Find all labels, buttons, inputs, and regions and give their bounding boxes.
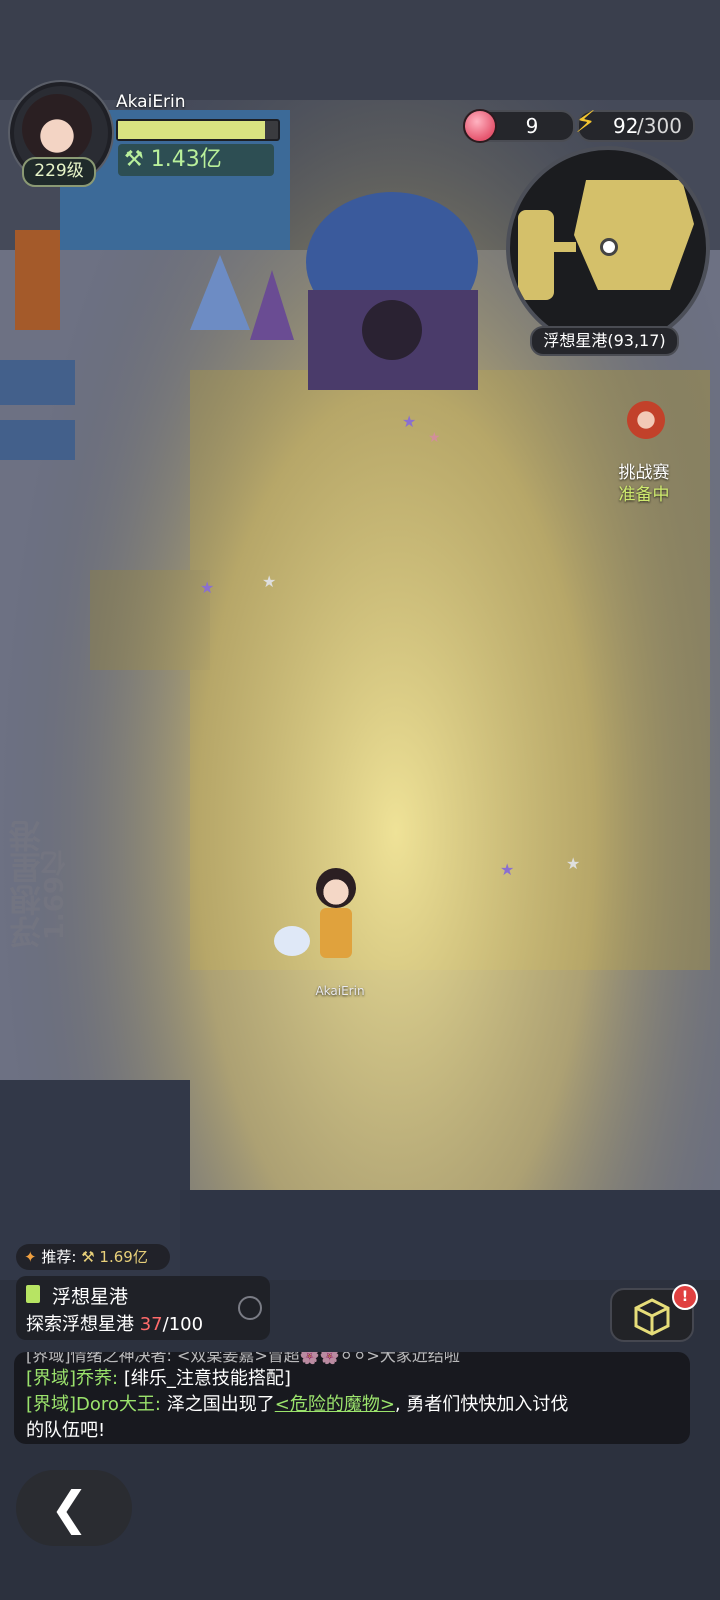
recommend-value: 1.69亿	[99, 1248, 148, 1266]
back-button[interactable]: ❮	[16, 1470, 132, 1546]
power-icon: ⚒	[124, 147, 151, 172]
quest-description: 探索浮想星港 37/100	[26, 1310, 203, 1336]
player-power: ⚒ 1.43亿	[118, 144, 274, 176]
locate-icon[interactable]	[238, 1296, 262, 1320]
chat-message: , 勇者们快快加入讨伐	[394, 1394, 569, 1415]
star-icon: ★	[262, 572, 277, 591]
quest-desc-text: 探索浮想星港	[26, 1314, 140, 1335]
quest-progress-current: 37	[139, 1314, 163, 1335]
chat-channel-tag: [界域]	[26, 1368, 77, 1389]
map-zone-power: 1.69亿	[40, 850, 70, 941]
star-icon: ★	[428, 430, 441, 446]
quest-title: 浮想星港	[52, 1286, 129, 1308]
peach-counter[interactable]: 9	[463, 109, 575, 143]
energy-current: 92	[613, 114, 639, 138]
player-name: AkaiErin	[116, 92, 186, 112]
chat-line: [界域]Doro大王: 泽之国出现了<危险的魔物>, 勇者们快快加入讨伐	[26, 1392, 678, 1418]
chat-line: 的队伍吧!	[26, 1420, 106, 1441]
minimap[interactable]	[506, 146, 710, 350]
recommend-prefix: 推荐:	[41, 1248, 77, 1266]
quest-progress-total: /100	[162, 1314, 204, 1335]
quest-scroll-icon	[26, 1285, 40, 1303]
chat-event-link[interactable]: <危险的魔物>	[275, 1394, 395, 1415]
player-name-label: AkaiErin	[315, 984, 365, 998]
chat-line-partial: [界域]情绪之神决者: <双棠姜嘉>冒超🌸🌸⚪⚪>大家近结啦	[26, 1352, 460, 1365]
chat-sender: 乔荞:	[76, 1368, 119, 1389]
star-icon: ★	[402, 412, 417, 431]
player-hp-bar	[116, 119, 280, 141]
chat-channel-tag: [界域]	[26, 1394, 77, 1415]
challenge-status: 准备中	[618, 485, 670, 505]
recommend-power: ✦ 推荐: ⚒ 1.69亿	[16, 1244, 170, 1270]
chat-line: [界域]乔荞: [绯乐_注意技能搭配]	[26, 1366, 678, 1392]
chat-message: 泽之国出现了	[161, 1394, 275, 1415]
player-hp-fill	[118, 121, 266, 139]
sparkle-icon: ✦	[24, 1248, 37, 1266]
chat-panel[interactable]: [界域]情绪之神决者: <双棠姜嘉>冒超🌸🌸⚪⚪>大家近结啦 [界域]乔荞: […	[14, 1352, 690, 1444]
star-icon: ★	[200, 578, 215, 597]
back-arrow-icon: ❮	[50, 1481, 89, 1535]
player-character[interactable]	[274, 860, 370, 970]
star-icon: ★	[500, 860, 515, 879]
energy-max: /300	[637, 114, 682, 138]
quest-tracker[interactable]: 浮想星港 探索浮想星港 37/100	[16, 1276, 270, 1340]
minimap-player-marker	[600, 238, 618, 256]
star-icon: ★	[566, 854, 581, 873]
energy-max-value: 300	[643, 114, 682, 138]
player-power-value: 1.43亿	[150, 147, 222, 172]
energy-counter[interactable]: ⚡ 92/300	[575, 106, 695, 142]
challenge-character-icon	[616, 396, 676, 456]
lightning-icon: ⚡	[575, 105, 597, 140]
avatar[interactable]	[22, 94, 92, 164]
chat-message: [绯乐_注意技能搭配]	[118, 1368, 291, 1389]
chat-sender: Doro大王:	[76, 1394, 162, 1415]
minimap-location: 浮想星港(93,17)	[530, 326, 679, 356]
challenge-button[interactable]: 挑战赛 准备中	[598, 396, 690, 506]
notification-badge: !	[672, 1284, 698, 1310]
player-level-badge: 229级	[22, 157, 96, 187]
recommend-value-wrap: ⚒ 1.69亿	[81, 1248, 148, 1266]
